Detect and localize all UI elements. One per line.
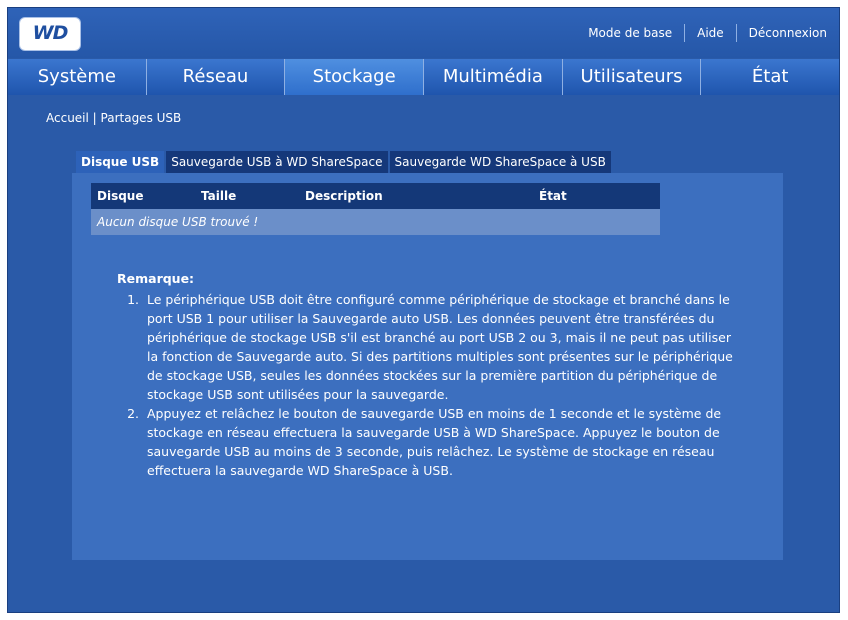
notes-list: Le périphérique USB doit être configuré …: [117, 290, 737, 480]
content-panel: Disque Taille Description État Aucun dis…: [72, 173, 783, 560]
col-etat: État: [533, 183, 660, 209]
logo-text: WD: [32, 22, 69, 44]
table-row: Aucun disque USB trouvé !: [91, 209, 660, 235]
tab-systeme[interactable]: Système: [8, 59, 147, 95]
main-tabs: Système Réseau Stockage Multimédia Utili…: [8, 59, 839, 95]
subtab-usb-to-sharespace[interactable]: Sauvegarde USB à WD ShareSpace: [166, 151, 388, 173]
notes-title: Remarque:: [117, 271, 195, 286]
col-disque: Disque: [91, 183, 195, 209]
col-description: Description: [299, 183, 533, 209]
wd-logo[interactable]: WD: [20, 18, 80, 50]
top-links: Mode de base Aide Déconnexion: [576, 24, 839, 42]
help-link[interactable]: Aide: [684, 24, 736, 42]
tab-stockage[interactable]: Stockage: [285, 59, 425, 95]
subtab-disque-usb[interactable]: Disque USB: [76, 151, 165, 173]
tab-multimedia[interactable]: Multimédia: [424, 59, 563, 95]
table-header-row: Disque Taille Description État: [91, 183, 660, 209]
usb-disk-table: Disque Taille Description État Aucun dis…: [91, 183, 660, 235]
breadcrumb: Accueil | Partages USB: [46, 111, 182, 125]
app-frame: WD Mode de base Aide Déconnexion Système…: [7, 7, 840, 613]
notes-section: Remarque: Le périphérique USB doit être …: [117, 269, 737, 480]
subtab-sharespace-to-usb[interactable]: Sauvegarde WD ShareSpace à USB: [389, 151, 611, 173]
tab-etat[interactable]: État: [701, 59, 839, 95]
tab-utilisateurs[interactable]: Utilisateurs: [562, 59, 702, 95]
tab-reseau[interactable]: Réseau: [146, 59, 286, 95]
note-item-1: Le périphérique USB doit être configuré …: [143, 290, 737, 404]
note-item-2: Appuyez et relâchez le bouton de sauvega…: [143, 404, 737, 480]
col-taille: Taille: [195, 183, 299, 209]
sub-tabs: Disque USB Sauvegarde USB à WD ShareSpac…: [76, 151, 613, 173]
logout-link[interactable]: Déconnexion: [735, 24, 839, 42]
empty-message: Aucun disque USB trouvé !: [91, 209, 660, 235]
basic-mode-link[interactable]: Mode de base: [576, 24, 684, 42]
top-bar: WD Mode de base Aide Déconnexion: [8, 8, 839, 58]
